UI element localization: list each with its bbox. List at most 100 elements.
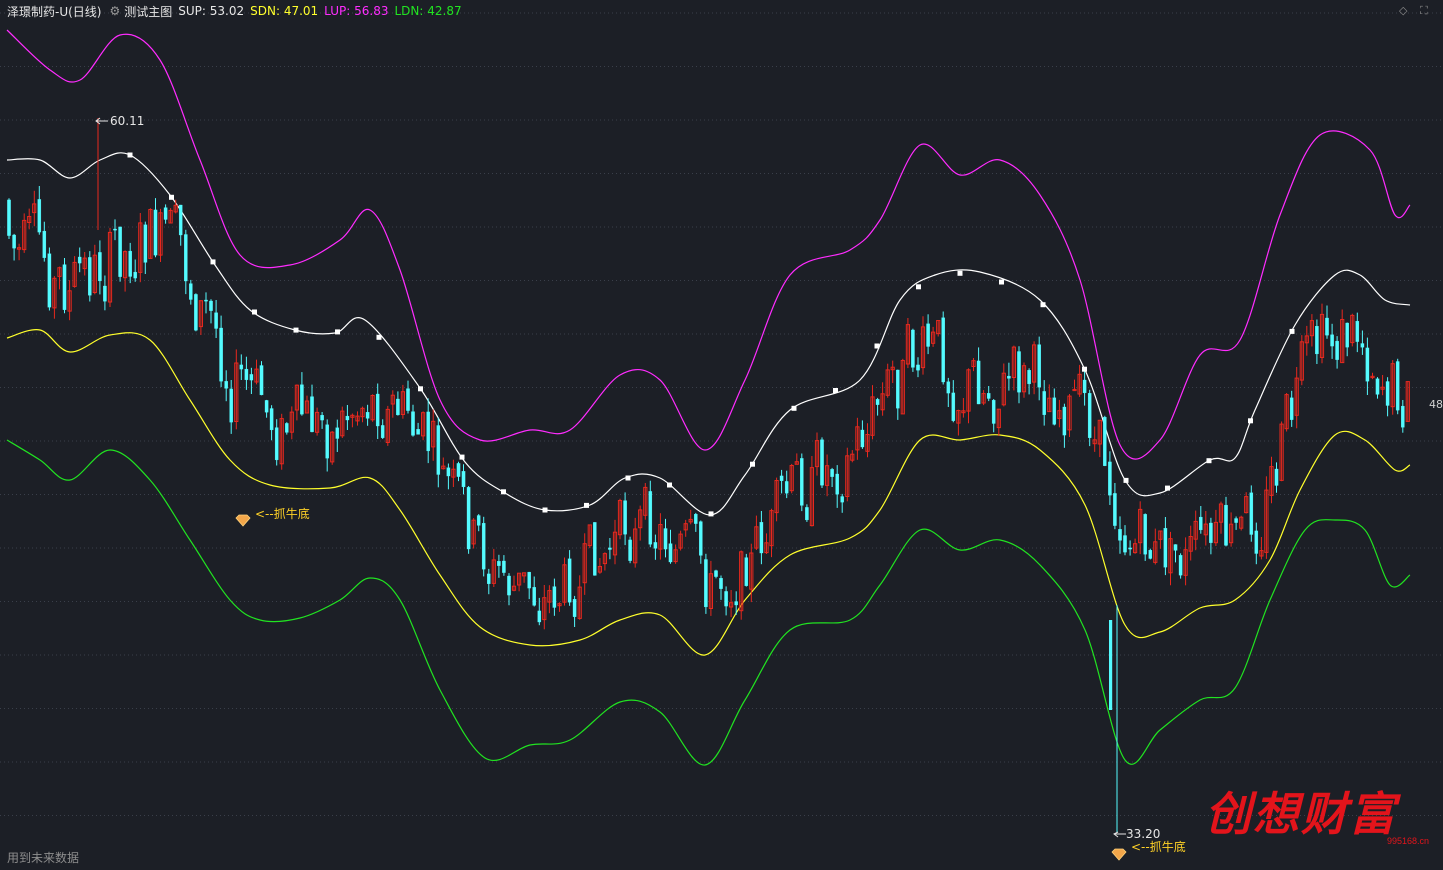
candle-body: [37, 199, 42, 233]
footer-note: 用到未来数据: [7, 851, 80, 865]
candle-body: [406, 388, 410, 411]
sup-marker: [1040, 302, 1046, 308]
candle-body: [1042, 391, 1046, 415]
chart-candles: [7, 118, 1410, 832]
price-axis-tag: 48: [1429, 398, 1443, 411]
candle-body: [916, 364, 920, 371]
candle-body: [1274, 468, 1279, 486]
candle-body: [1209, 522, 1213, 543]
sup-marker: [1248, 418, 1253, 424]
diamond-icon[interactable]: ◇: [1399, 4, 1407, 17]
candle-body: [951, 392, 956, 421]
candle-body: [704, 559, 708, 608]
candle-body: [941, 317, 945, 383]
candle-body: [466, 487, 471, 550]
candle-body: [224, 381, 228, 389]
candle-body: [143, 224, 148, 263]
candle-body: [1007, 375, 1011, 379]
candle-body: [840, 496, 844, 503]
chart-markers: [127, 152, 1295, 517]
candle-body: [779, 475, 784, 481]
sup-marker: [874, 343, 880, 349]
sup-marker: [1206, 458, 1212, 464]
sup-marker: [750, 461, 755, 467]
candle-body: [976, 360, 981, 405]
candle-body: [1395, 361, 1400, 411]
candle-body: [128, 250, 132, 277]
candle-body: [396, 398, 400, 416]
candle-body: [593, 522, 597, 576]
candle-body: [476, 515, 481, 526]
candle-body: [77, 256, 82, 264]
legend-sup: SUP: 53.02: [178, 4, 245, 18]
ldn-line: [6, 439, 1411, 766]
candle-body: [42, 230, 47, 258]
candle-body: [1375, 378, 1380, 395]
candle-body: [88, 257, 92, 296]
sup-marker: [708, 511, 714, 517]
sdn-line: [6, 329, 1411, 656]
candle-body: [699, 521, 703, 556]
sup-marker: [1082, 366, 1087, 372]
sup-marker: [335, 329, 340, 335]
candle-body: [497, 561, 501, 566]
candle-body: [184, 234, 188, 282]
candle-body: [259, 365, 264, 396]
candle-body: [274, 427, 279, 461]
candle-body: [7, 199, 11, 236]
candle-body: [653, 542, 658, 549]
sup-marker: [210, 259, 216, 265]
candle-body: [219, 327, 223, 382]
sup-marker: [542, 507, 548, 513]
diamond-icon: [235, 514, 251, 527]
candle-body: [380, 425, 385, 438]
sup-marker: [459, 454, 465, 460]
candle-body: [1401, 405, 1405, 428]
legend-lup: LUP: 56.83: [324, 4, 389, 18]
candle-body: [572, 599, 577, 617]
candle-body: [285, 423, 289, 433]
watermark-logo: 创想财富 995168.cn: [1205, 778, 1435, 858]
low-price-label: 33.20: [1126, 827, 1160, 841]
candle-body: [991, 400, 996, 424]
sup-marker: [1289, 328, 1295, 334]
candle-body: [567, 558, 572, 603]
candle-body: [1178, 555, 1183, 576]
candle-body: [113, 228, 117, 231]
candle-body: [461, 471, 466, 488]
candle-body: [1345, 322, 1349, 348]
fullscreen-icon[interactable]: ⛶: [1420, 4, 1428, 18]
stock-title[interactable]: 泽璟制药-U(日线): [7, 3, 101, 20]
candle-body: [1355, 321, 1360, 342]
candle-body: [800, 458, 804, 506]
candle-body: [244, 368, 249, 380]
candle-body: [946, 381, 951, 394]
diamond-icon: [1111, 848, 1127, 861]
candle-body: [1254, 530, 1259, 554]
candle-body: [194, 294, 198, 331]
candle-body: [153, 209, 158, 256]
candle-body-low: [1109, 620, 1113, 710]
buy-signal-label: <--抓牛底: [255, 506, 310, 521]
chart-gridlines: [0, 12, 1443, 816]
sup-marker: [625, 475, 631, 481]
candle-body: [209, 300, 213, 311]
chart-header: 泽璟制药-U(日线) ⚙ 测试主图 SUP: 53.02 SDN: 47.01 …: [7, 3, 468, 19]
candle-body: [481, 523, 486, 570]
indicator-name[interactable]: 测试主图: [124, 3, 172, 20]
settings-icon[interactable]: ⚙: [109, 4, 120, 18]
candle-body: [375, 393, 380, 427]
candle-body: [103, 285, 107, 302]
candle-body: [426, 411, 430, 452]
candle-body: [446, 467, 451, 477]
candle-body: [1385, 381, 1390, 406]
candle-body: [1082, 379, 1087, 394]
candle-body: [1108, 461, 1112, 496]
candle-body: [532, 587, 536, 606]
candle-body: [1052, 397, 1057, 425]
candle-body: [1027, 370, 1031, 385]
candle-body: [507, 575, 511, 596]
candle-body: [325, 424, 329, 459]
candle-body: [1113, 493, 1117, 526]
candle-body: [320, 415, 324, 421]
